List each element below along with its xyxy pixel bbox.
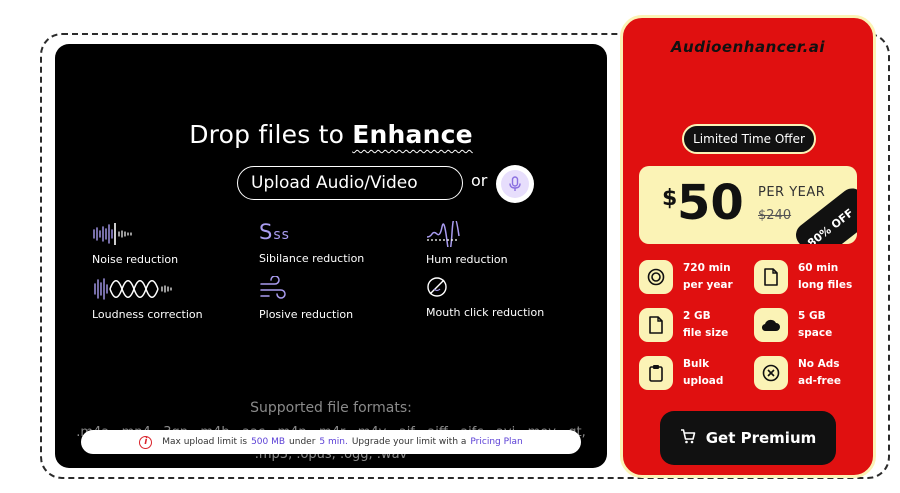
headline-prefix: Drop files to: [189, 120, 345, 149]
feature-loudness-correction: Loudness correction: [92, 276, 203, 321]
old-price: $240: [758, 208, 792, 223]
limit-under: under: [289, 437, 316, 447]
premium-offer-card: Audioenhancer.ai Limited Time Offer $ 50…: [620, 15, 876, 478]
feature-label: Noise reduction: [92, 253, 179, 266]
get-premium-button[interactable]: Get Premium: [660, 411, 836, 465]
microphone-icon: [501, 170, 529, 198]
loudness-wave-icon: [92, 276, 203, 302]
perk-storage-space: 5 GB space: [754, 308, 832, 342]
limit-prefix: Max upload limit is: [162, 437, 248, 447]
feature-label: Hum reduction: [426, 253, 508, 266]
perk-line1: Bulk: [683, 358, 710, 370]
upload-limit-notice: i Max upload limit is 500 MB under 5 min…: [81, 430, 581, 454]
mouth-click-slash-icon: [426, 274, 544, 300]
feature-sibilance-reduction: Sss Sibilance reduction: [259, 220, 364, 265]
noise-waveform-icon: [92, 221, 178, 247]
feature-label: Mouth click reduction: [426, 306, 545, 319]
sibilance-small-s: ss: [273, 227, 290, 243]
target-circle-icon: [639, 260, 673, 294]
perk-line2: space: [798, 327, 833, 339]
perk-no-ads: No Ads ad-free: [754, 356, 841, 390]
perk-line2: long files: [798, 279, 853, 291]
price-box: $ 50 PER YEAR $240 80% OFF: [639, 166, 857, 244]
feature-label: Plosive reduction: [259, 308, 354, 321]
perk-line1: No Ads: [798, 358, 840, 370]
limit-duration: 5 min.: [319, 437, 348, 447]
limit-middle: Upgrade your limit with a: [351, 437, 467, 447]
perk-line1: 2 GB: [683, 310, 711, 322]
clipboard-icon: [639, 356, 673, 390]
file-icon: [639, 308, 673, 342]
upload-audio-video-button[interactable]: Upload Audio/Video: [237, 166, 463, 200]
feature-label: Sibilance reduction: [259, 252, 365, 265]
limit-size: 500 MB: [251, 437, 286, 447]
price-currency: $: [662, 186, 678, 211]
perk-line1: 720 min: [683, 262, 731, 274]
feature-plosive-reduction: Plosive reduction: [259, 275, 354, 321]
price-amount: 50: [677, 175, 744, 231]
drop-panel[interactable]: Drop files to Enhance Upload Audio/Video…: [55, 44, 607, 468]
headline-emphasis: Enhance: [352, 120, 473, 149]
perk-line2: file size: [683, 327, 729, 339]
limited-time-offer-badge: Limited Time Offer: [682, 124, 816, 154]
feature-hum-reduction: Hum reduction: [426, 217, 508, 266]
brand-name: Audioenhancer.ai: [670, 38, 826, 56]
file-icon: [754, 260, 788, 294]
or-separator: or: [471, 171, 488, 190]
page-headline: Drop files to Enhance: [55, 120, 607, 149]
sibilance-sss-icon: Sss: [259, 220, 364, 246]
perk-bulk-upload: Bulk upload: [639, 356, 723, 390]
perk-line2: ad-free: [798, 375, 841, 387]
perk-line2: upload: [683, 375, 724, 387]
perk-line1: 5 GB: [798, 310, 826, 322]
get-premium-label: Get Premium: [705, 429, 817, 447]
supported-formats-title: Supported file formats:: [250, 400, 412, 416]
cloud-icon: [754, 308, 788, 342]
no-ads-circle-x-icon: [754, 356, 788, 390]
pricing-plan-link[interactable]: Pricing Plan: [470, 437, 522, 447]
perk-file-size: 2 GB file size: [639, 308, 728, 342]
perk-long-files: 60 min long files: [754, 260, 852, 294]
perk-minutes-per-year: 720 min per year: [639, 260, 733, 294]
info-icon: i: [139, 435, 153, 449]
perk-line2: per year: [683, 279, 733, 291]
price-period: PER YEAR: [758, 185, 826, 200]
cart-icon: [680, 428, 696, 448]
feature-label: Loudness correction: [92, 308, 203, 321]
record-microphone-button[interactable]: [496, 165, 534, 203]
feature-noise-reduction: Noise reduction: [92, 221, 178, 266]
perk-line1: 60 min: [798, 262, 839, 274]
sibilance-big-s: S: [259, 220, 274, 244]
hum-wave-icon: [426, 217, 508, 252]
feature-mouth-click-reduction: Mouth click reduction: [426, 274, 544, 319]
plosive-wind-icon: [259, 275, 353, 302]
